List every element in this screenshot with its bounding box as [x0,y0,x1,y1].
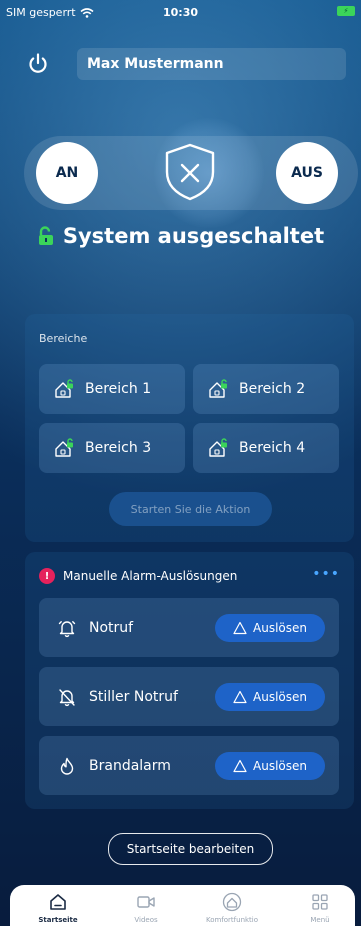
area-tile-3[interactable]: Bereich 3 [39,423,185,473]
tab-label: Komfortfunktio [205,916,259,924]
alarm-row-brandalarm: Brandalarm Auslösen [39,736,339,795]
edit-homepage-button[interactable]: Startseite bearbeiten [108,833,273,865]
alarm-label: Notruf [89,619,134,636]
warning-triangle-icon [233,759,247,773]
battery-icon: ⚡ [337,6,355,16]
unlock-icon [38,226,53,245]
status-bar: SIM gesperrt 10:30 ⚡ [0,0,361,24]
warning-triangle-icon [233,621,247,635]
tab-label: Menü [310,916,330,924]
system-status-text: System ausgeschaltet [62,224,325,248]
manual-alarms-header: ! Manuelle Alarm-Auslösungen [39,568,237,584]
flame-icon [60,757,74,775]
tab-label: Videos [134,916,158,924]
tab-videos[interactable]: Videos [106,891,186,924]
house-unlocked-icon [55,438,73,457]
area-label: Bereich 3 [85,440,152,456]
user-name-field[interactable]: Max Mustermann [77,48,346,80]
arm-on-button[interactable]: AN [36,142,98,204]
exclamation-icon: ! [39,568,55,584]
tab-komfortfunktionen[interactable]: Komfortfunktio [192,891,272,924]
tab-menu[interactable]: Menü [280,891,360,924]
alarm-label: Stiller Notruf [89,688,178,705]
grid-menu-icon [312,894,328,910]
more-options-icon[interactable]: ••• [312,566,340,582]
trigger-button[interactable]: Auslösen [215,683,325,711]
areas-card: Bereiche Bereich 1 Bereich 2 Bereich 3 B… [25,314,354,542]
manual-alarms-title: Manuelle Alarm-Auslösungen [63,569,238,583]
trigger-label: Auslösen [253,621,307,635]
area-label: Bereich 2 [239,381,306,397]
alarm-label: Brandalarm [89,757,171,774]
house-unlocked-icon [209,438,227,457]
comfort-house-icon [222,892,242,912]
system-status: System ausgeschaltet [0,220,361,252]
house-unlocked-icon [209,379,227,398]
area-tile-1[interactable]: Bereich 1 [39,364,185,414]
clock: 10:30 [162,6,198,19]
trigger-button[interactable]: Auslösen [215,752,325,780]
video-camera-icon [137,896,155,908]
manual-alarms-card: ! Manuelle Alarm-Auslösungen ••• Notruf … [25,552,354,809]
area-tile-4[interactable]: Bereich 4 [193,423,339,473]
area-label: Bereich 4 [239,440,306,456]
tab-bar: Startseite Videos Komfortfunktio Menü [10,885,355,926]
area-tile-2[interactable]: Bereich 2 [193,364,339,414]
warning-triangle-icon [233,690,247,704]
bell-off-icon [59,688,75,706]
arm-off-button[interactable]: AUS [276,142,338,204]
arm-control: AN AUS [24,118,358,228]
areas-title: Bereiche [39,332,88,345]
alarm-row-notruf: Notruf Auslösen [39,598,339,657]
tab-label: Startseite [38,916,78,924]
area-label: Bereich 1 [85,381,152,397]
shield-x-icon[interactable] [162,142,218,202]
tab-startseite[interactable]: Startseite [18,891,98,924]
alarm-row-stiller-notruf: Stiller Notruf Auslösen [39,667,339,726]
power-icon[interactable] [26,52,50,76]
trigger-label: Auslösen [253,759,307,773]
home-icon [50,894,66,910]
trigger-label: Auslösen [253,690,307,704]
home-screen: SIM gesperrt 10:30 ⚡ Max Mustermann AN A… [0,0,361,926]
start-action-button[interactable]: Starten Sie die Aktion [109,492,272,526]
trigger-button[interactable]: Auslösen [215,614,325,642]
bell-icon [58,620,76,637]
house-unlocked-icon [55,379,73,398]
